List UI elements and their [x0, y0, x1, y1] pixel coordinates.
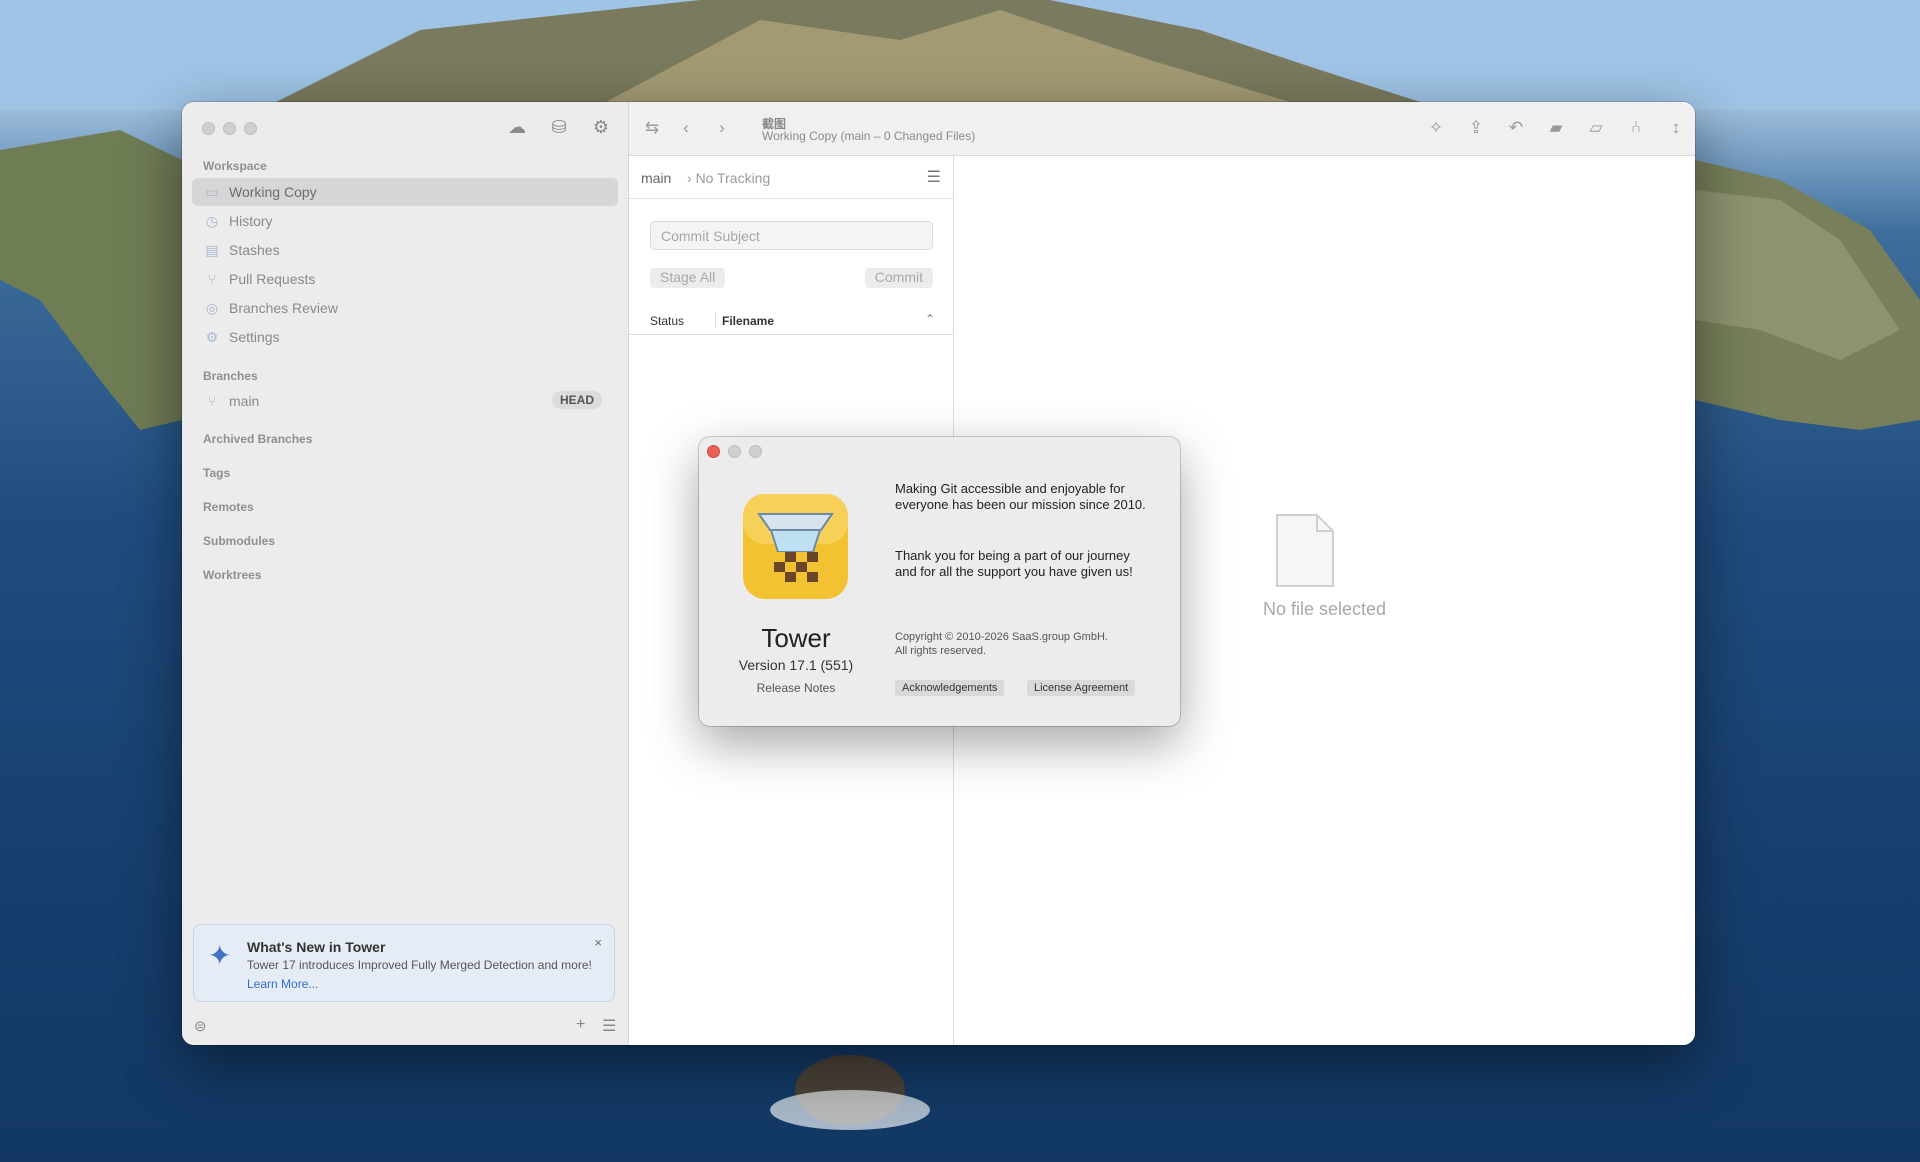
sidebar: ☁ ⛁ ⚙ Workspace ▭ Working Copy ◷ History…	[182, 102, 629, 1045]
copyright-text: Copyright © 2010-2026 SaaS.group GmbH. A…	[895, 630, 1155, 658]
sidebar-item-label: Settings	[229, 329, 280, 345]
dialog-window-controls	[707, 445, 762, 458]
pull-icon[interactable]: ↕	[1665, 117, 1687, 139]
pull-request-icon: ⑂	[207, 271, 217, 287]
head-badge: HEAD	[551, 391, 602, 409]
file-table-header: Status Filename ⌃	[629, 306, 953, 335]
sidebar-item-branches-review[interactable]: ◎ Branches Review	[192, 294, 618, 322]
thanks-text: Thank you for being a part of our journe…	[895, 548, 1133, 579]
pop-icon[interactable]: ▱	[1585, 117, 1607, 139]
filename-column-header[interactable]: Filename	[722, 314, 774, 328]
submodules-header[interactable]: Submodules	[203, 534, 275, 548]
sidebar-item-branch-main[interactable]: ⑂ main HEAD	[192, 387, 618, 415]
acknowledgements-button[interactable]: Acknowledgements	[895, 680, 1005, 696]
options-icon[interactable]: ☰	[927, 167, 941, 187]
app-version: Version 17.1 (551)	[738, 657, 854, 673]
commit-button[interactable]: Commit	[864, 268, 933, 288]
learn-more-link[interactable]: Learn More...	[247, 977, 318, 991]
zoom-window-button[interactable]	[244, 122, 257, 135]
stash-toolbar-icon[interactable]: ▰	[1545, 117, 1567, 139]
drive-icon[interactable]: ⛁	[548, 116, 570, 138]
filter-icon[interactable]: ⊜	[194, 1017, 207, 1035]
folder-icon: ▭	[205, 183, 219, 200]
back-icon[interactable]: ‹	[675, 117, 697, 139]
status-column-header[interactable]: Status	[650, 314, 684, 328]
branch-bar: main › No Tracking ☰	[629, 156, 953, 199]
window-controls	[202, 122, 257, 135]
release-notes-link[interactable]: Release Notes	[699, 681, 893, 695]
sort-chevron-icon[interactable]: ⌃	[925, 312, 935, 326]
cloud-icon[interactable]: ☁	[506, 116, 528, 138]
about-dialog: Tower Version 17.1 (551) Release Notes M…	[699, 437, 1180, 726]
license-agreement-button[interactable]: License Agreement	[1027, 680, 1136, 696]
current-branch[interactable]: main	[641, 170, 671, 186]
zoom-dialog-button	[749, 445, 762, 458]
sidebar-item-working-copy[interactable]: ▭ Working Copy	[192, 178, 618, 206]
workspace-header: Workspace	[203, 159, 267, 173]
clock-icon: ◷	[205, 212, 219, 229]
services-icon[interactable]: ⚙	[590, 116, 612, 138]
sidebar-item-label: Pull Requests	[229, 271, 316, 287]
close-window-button[interactable]	[202, 122, 215, 135]
tags-header[interactable]: Tags	[203, 466, 230, 480]
branch-icon: ⑂	[207, 393, 217, 409]
branches-header[interactable]: Branches	[203, 369, 258, 383]
sidebar-item-label: Working Copy	[229, 184, 317, 200]
sidebar-item-label: Stashes	[229, 242, 280, 258]
sidebar-item-label: Branches Review	[229, 300, 338, 316]
sidebar-item-label: History	[229, 213, 273, 229]
sidebar-item-settings[interactable]: ⚙ Settings	[192, 323, 618, 351]
sidebar-item-stashes[interactable]: ▤ Stashes	[192, 236, 618, 264]
close-icon[interactable]: ×	[594, 935, 602, 950]
minimize-dialog-button	[728, 445, 741, 458]
stash-icon: ▤	[205, 241, 219, 258]
push-icon[interactable]: ⇪	[1465, 117, 1487, 139]
branches-review-icon: ◎	[205, 299, 219, 316]
tracking-status: › No Tracking	[687, 170, 771, 186]
sliders-icon[interactable]: ☰	[602, 1016, 616, 1036]
repository-subtitle: Working Copy (main – 0 Changed Files)	[762, 129, 976, 143]
rights-line: All rights reserved.	[895, 645, 987, 657]
magic-wand-icon[interactable]: ✧	[1425, 117, 1447, 139]
gear-icon: ⚙	[205, 328, 219, 345]
stage-all-button[interactable]: Stage All	[650, 268, 726, 288]
sidebar-toolbar: ☁ ⛁ ⚙	[506, 116, 612, 138]
forward-icon[interactable]: ›	[711, 117, 733, 139]
sparkle-icon: ✦	[208, 940, 232, 971]
sidebar-item-pull-requests[interactable]: ⑂ Pull Requests	[192, 265, 618, 293]
copyright-line: Copyright © 2010-2026 SaaS.group GmbH.	[895, 631, 1108, 643]
commit-subject-input[interactable]: Commit Subject	[650, 221, 933, 250]
whats-new-title: What's New in Tower	[247, 939, 386, 955]
app-name: Tower	[761, 623, 831, 653]
whats-new-banner: ✦ What's New in Tower Tower 17 introduce…	[193, 924, 615, 1002]
branch-label: main	[229, 393, 260, 409]
remotes-header[interactable]: Remotes	[203, 500, 254, 514]
worktrees-header[interactable]: Worktrees	[203, 568, 261, 582]
undo-icon[interactable]: ↶	[1505, 117, 1527, 139]
sidebar-item-history[interactable]: ◷ History	[192, 207, 618, 235]
document-icon	[1276, 514, 1334, 587]
close-dialog-button[interactable]	[707, 445, 720, 458]
tower-app-icon	[743, 494, 848, 599]
merge-icon[interactable]: ⑃	[1625, 117, 1647, 139]
main-toolbar: ⇆ ‹ › 截图 Working Copy (main – 0 Changed …	[629, 102, 1695, 156]
sidebar-footer: ⊜ + ☰	[182, 1011, 628, 1045]
minimize-window-button[interactable]	[223, 122, 236, 135]
add-icon[interactable]: +	[576, 1016, 585, 1034]
archived-branches-header[interactable]: Archived Branches	[203, 432, 312, 446]
whats-new-description: Tower 17 introduces Improved Fully Merge…	[247, 958, 592, 972]
repository-switch-icon[interactable]: ⇆	[641, 117, 663, 139]
column-divider	[715, 312, 716, 328]
mission-text: Making Git accessible and enjoyable for …	[895, 481, 1146, 512]
